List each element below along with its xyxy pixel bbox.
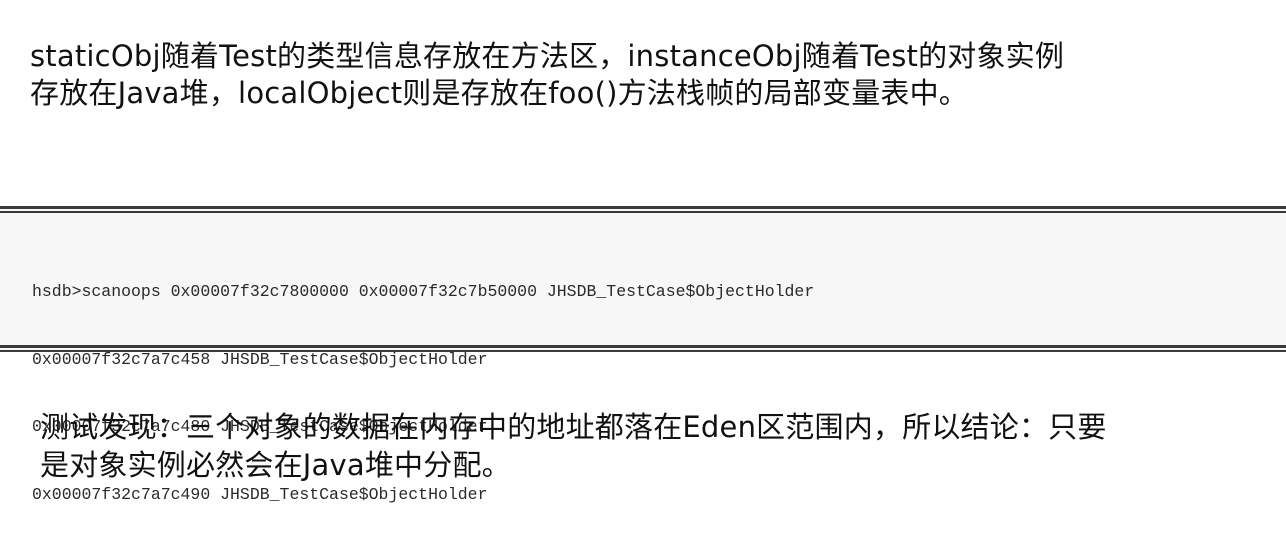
intro-paragraph: staticObj随着Test的类型信息存放在方法区，instanceObj随着… bbox=[30, 38, 1260, 112]
code-block-bottom-rule bbox=[0, 345, 1286, 352]
code-line-command: hsdb>scanoops 0x00007f32c7800000 0x00007… bbox=[32, 282, 815, 301]
conclusion-paragraph: 测试发现：三个对象的数据在内存中的地址都落在Eden区范围内，所以结论：只要 是… bbox=[40, 408, 1270, 484]
conclusion-line-1: 测试发现：三个对象的数据在内存中的地址都落在Eden区范围内，所以结论：只要 bbox=[40, 410, 1107, 444]
conclusion-line-2: 是对象实例必然会在Java堆中分配。 bbox=[40, 448, 511, 482]
code-lines: hsdb>scanoops 0x00007f32c7800000 0x00007… bbox=[32, 236, 814, 551]
intro-line-2: 存放在Java堆，localObject则是存放在foo()方法栈帧的局部变量表… bbox=[30, 76, 969, 110]
code-line-result: 0x00007f32c7a7c490 JHSDB_TestCase$Object… bbox=[32, 484, 488, 504]
intro-line-1: staticObj随着Test的类型信息存放在方法区，instanceObj随着… bbox=[30, 39, 1065, 73]
code-block-top-rule bbox=[0, 206, 1286, 213]
code-block: hsdb>scanoops 0x00007f32c7800000 0x00007… bbox=[0, 206, 1286, 504]
